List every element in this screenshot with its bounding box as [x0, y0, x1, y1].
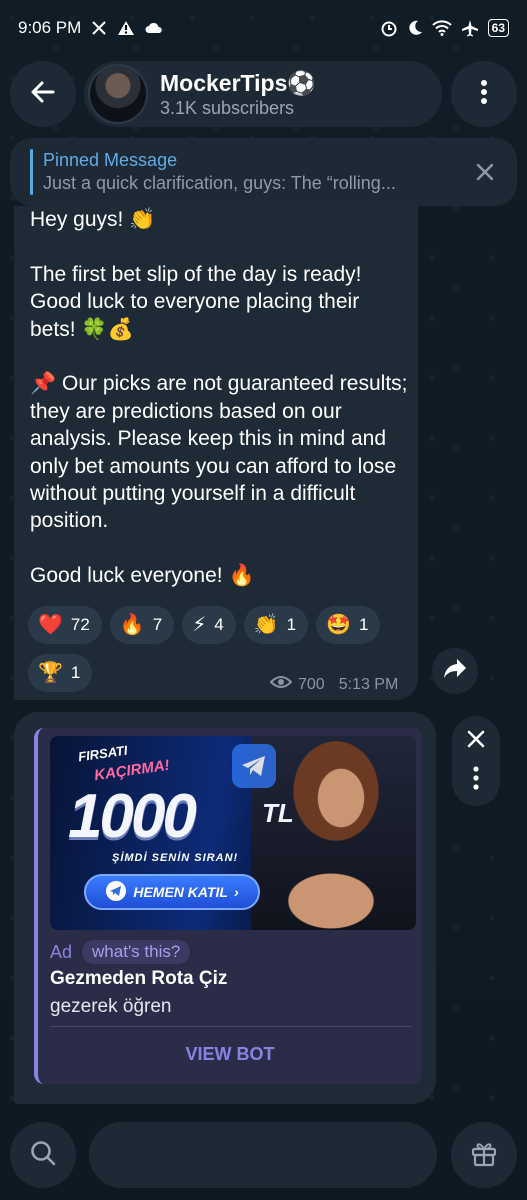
reaction-clap[interactable]: 👏 1	[243, 606, 309, 644]
heart-emoji: ❤️	[38, 614, 63, 636]
airplane-icon	[461, 19, 479, 37]
reaction-count: 7	[152, 615, 163, 634]
forward-button[interactable]	[432, 648, 478, 694]
subscriber-count: 3.1K subscribers	[160, 97, 295, 118]
clap-emoji: 👏	[253, 614, 279, 636]
reaction-count: 1	[286, 615, 297, 634]
star-struck-emoji: 🤩	[326, 614, 351, 636]
battery-indicator: 63	[487, 19, 509, 37]
close-pinned-icon[interactable]	[473, 160, 497, 184]
message-text: Hey guys! 👏 The first bet slip of the da…	[30, 208, 408, 588]
pinned-preview: Just a quick clarification, guys: The “r…	[43, 173, 396, 193]
ad-divider	[50, 1026, 412, 1027]
alarm-icon	[380, 19, 398, 37]
view-count: 700	[298, 675, 325, 693]
channel-name: MockerTips⚽	[160, 69, 317, 96]
gift-icon	[469, 1138, 499, 1173]
gift-button[interactable]	[451, 1122, 517, 1188]
bottom-action-pill[interactable]	[89, 1122, 437, 1188]
back-button[interactable]	[10, 61, 76, 127]
chevron-right-icon: ›	[233, 884, 239, 900]
ad-slogan-1: FIRSATI	[77, 742, 129, 765]
share-arrow-icon	[443, 658, 467, 685]
lightning-emoji: ⚡	[192, 614, 207, 636]
ad-subline: ŞİMDİ SENİN SIRAN!	[112, 852, 239, 864]
ad-image-cta-label: HEMEN KATIL	[133, 884, 228, 900]
sponsored-card[interactable]: FIRSATI KAÇIRMA! 1000 TL ŞİMDİ SENİN SIR…	[34, 728, 422, 1084]
reaction-heart[interactable]: ❤️ 72	[28, 606, 102, 644]
reaction-star-struck[interactable]: 🤩 1	[316, 606, 381, 644]
message-time: 5:13 PM	[338, 675, 399, 693]
x-icon	[91, 20, 107, 36]
reaction-trophy[interactable]: 🏆 1	[28, 654, 93, 692]
ad-amount: 1000	[68, 782, 197, 851]
reaction-fire[interactable]: 🔥 7	[109, 606, 175, 644]
search-button[interactable]	[10, 1122, 76, 1188]
telegram-small-icon	[105, 880, 127, 905]
channel-header[interactable]: MockerTips⚽ 3.1K subscribers	[84, 61, 442, 127]
ad-image-cta: HEMEN KATIL ›	[84, 874, 260, 910]
cloud-icon	[145, 22, 163, 34]
fire-emoji: 🔥	[119, 614, 145, 636]
message-meta: 700 5:13 PM	[269, 675, 410, 694]
search-icon	[29, 1139, 57, 1172]
kebab-menu-icon	[480, 79, 488, 110]
wifi-icon	[431, 20, 452, 36]
reaction-count: 1	[70, 663, 81, 682]
ad-label: Ad	[50, 941, 73, 962]
status-bar: 9:06 PM 63	[0, 0, 527, 56]
ad-banner-image[interactable]: FIRSATI KAÇIRMA! 1000 TL ŞİMDİ SENİN SIR…	[50, 736, 416, 930]
ad-currency: TL	[262, 798, 294, 828]
more-options-button[interactable]	[451, 61, 517, 127]
reaction-lightning[interactable]: ⚡ 4	[182, 606, 236, 644]
reaction-count: 4	[214, 615, 224, 634]
ad-description: gezerek öğren	[50, 996, 172, 1017]
channel-avatar[interactable]	[88, 64, 148, 124]
moon-icon	[407, 20, 423, 36]
ad-side-controls	[452, 716, 500, 806]
ad-menu-icon[interactable]	[473, 765, 479, 795]
status-time: 9:06 PM	[18, 18, 82, 37]
close-ad-icon[interactable]	[465, 728, 487, 755]
pinned-title: Pinned Message	[43, 150, 178, 170]
view-bot-button[interactable]: VIEW BOT	[38, 1044, 422, 1065]
eye-icon	[269, 675, 293, 694]
pinned-message-bar[interactable]: Pinned Message Just a quick clarificatio…	[10, 138, 517, 206]
telegram-logo-icon	[232, 744, 276, 788]
pinned-indicator	[30, 149, 33, 195]
back-arrow-icon	[29, 78, 57, 111]
warning-icon	[117, 20, 135, 36]
whats-this-link[interactable]: what's this?	[82, 940, 191, 964]
reaction-count: 72	[70, 615, 90, 634]
ad-title: Gezmeden Rota Çiz	[50, 968, 228, 989]
reaction-count: 1	[359, 615, 369, 634]
trophy-emoji: 🏆	[38, 662, 63, 684]
